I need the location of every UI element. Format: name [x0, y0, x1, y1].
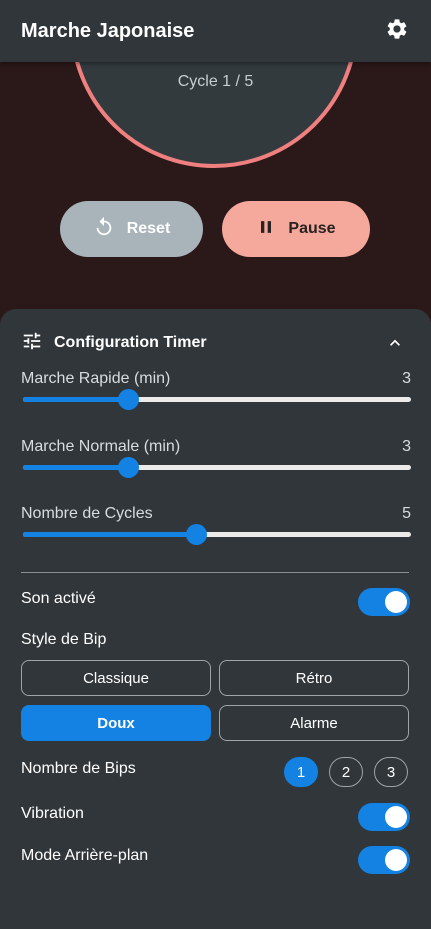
bip-count-1[interactable]: 1: [284, 757, 318, 787]
slider-fill: [23, 532, 196, 537]
slider-fast-walk: Marche Rapide (min) 3: [21, 370, 411, 410]
background-mode-label: Mode Arrière-plan: [21, 847, 149, 864]
slider-thumb[interactable]: [185, 524, 207, 545]
vibration-toggle[interactable]: [358, 803, 410, 831]
tune-icon: [21, 330, 43, 357]
bip-count-3[interactable]: 3: [374, 757, 408, 787]
config-title: Configuration Timer: [54, 334, 207, 351]
vibration-label: Vibration: [21, 805, 84, 822]
app-bar: Marche Japonaise: [0, 0, 431, 62]
divider: [21, 572, 409, 573]
bip-style-retro[interactable]: Rétro: [219, 660, 409, 696]
slider-track[interactable]: [23, 389, 411, 410]
background-mode-toggle[interactable]: [358, 846, 410, 874]
slider-value: 3: [402, 370, 411, 387]
app-title: Marche Japonaise: [21, 19, 195, 42]
pause-label: Pause: [288, 220, 336, 237]
slider-normal-walk: Marche Normale (min) 3: [21, 438, 411, 478]
gear-icon: [385, 17, 409, 46]
toggle-knob: [385, 849, 407, 871]
settings-button[interactable]: [383, 17, 411, 45]
slider-label: Nombre de Cycles: [21, 505, 153, 522]
slider-label: Marche Rapide (min): [21, 370, 171, 387]
bip-style-alarme[interactable]: Alarme: [219, 705, 409, 741]
slider-cycles: Nombre de Cycles 5: [21, 505, 411, 545]
reset-label: Reset: [126, 220, 171, 237]
pause-icon: [256, 217, 276, 242]
sound-label: Son activé: [21, 590, 96, 607]
pause-button[interactable]: Pause: [222, 201, 370, 257]
reset-button[interactable]: Reset: [60, 201, 203, 257]
slider-label: Marche Normale (min): [21, 438, 181, 455]
config-panel: Configuration Timer Marche Rapide (min) …: [0, 309, 431, 929]
slider-fill: [23, 397, 128, 402]
slider-track[interactable]: [23, 457, 411, 478]
toggle-knob: [385, 591, 407, 613]
sound-toggle[interactable]: [358, 588, 410, 616]
slider-thumb[interactable]: [117, 389, 139, 410]
slider-value: 5: [402, 505, 411, 522]
slider-fill: [23, 465, 128, 470]
slider-thumb[interactable]: [117, 457, 139, 478]
bip-style-classique[interactable]: Classique: [21, 660, 211, 696]
bip-count-label: Nombre de Bips: [21, 760, 136, 777]
slider-track[interactable]: [23, 524, 411, 545]
chevron-up-icon[interactable]: [385, 333, 405, 358]
timer-controls: Reset Pause: [0, 201, 431, 257]
toggle-knob: [385, 806, 407, 828]
reset-icon: [93, 216, 115, 243]
cycle-indicator: Cycle 1 / 5: [177, 73, 254, 90]
slider-value: 3: [402, 438, 411, 455]
bip-style-label: Style de Bip: [21, 631, 107, 648]
bip-count-2[interactable]: 2: [329, 757, 363, 787]
bip-style-doux[interactable]: Doux: [21, 705, 211, 741]
config-header[interactable]: Configuration Timer: [21, 331, 411, 355]
